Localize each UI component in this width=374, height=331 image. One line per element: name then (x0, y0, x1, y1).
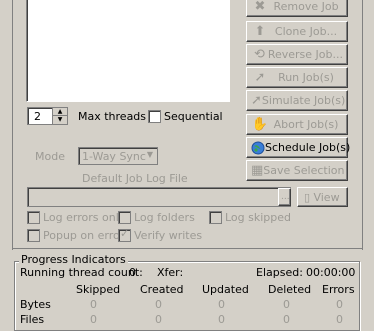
remove-job-button[interactable]: ✖ Remove Job (246, 0, 348, 17)
run-jobs-button[interactable]: ➚ Run Job(s) (246, 67, 348, 88)
elapsed-label: Elapsed: (256, 266, 303, 279)
verify-writes-label: Verify writes (134, 229, 203, 242)
col-skipped: Skipped (76, 283, 121, 296)
mode-label: Mode (35, 150, 65, 163)
bytes-created: 0 (155, 298, 162, 311)
log-folders-checkbox[interactable] (118, 211, 131, 224)
abort-jobs-button[interactable]: ✋ Abort Job(s) (246, 114, 348, 135)
popup-on-error-checkbox[interactable] (27, 229, 40, 242)
bytes-skipped: 0 (90, 298, 97, 311)
xfer-label: Xfer: (157, 266, 184, 279)
running-thread-value: 0 (129, 266, 136, 279)
row-label-bytes: Bytes (20, 298, 51, 311)
files-updated: 0 (218, 313, 225, 326)
simulate-icon: ➚ (251, 93, 262, 108)
mode-value: 1-Way Sync (82, 150, 146, 163)
remove-x-icon: ✖ (254, 0, 266, 14)
run-icon: ➚ (254, 70, 266, 85)
log-folders-label: Log folders (134, 211, 195, 224)
save-selection-button[interactable]: ▦ Save Selection (246, 160, 348, 181)
chevron-down-icon: ▼ (146, 150, 153, 159)
job-list[interactable] (26, 0, 230, 102)
default-log-label: Default Job Log File (82, 172, 188, 185)
col-errors: Errors (322, 283, 355, 296)
files-created: 0 (155, 313, 162, 326)
popup-on-error-label: Popup on error (43, 229, 125, 242)
hand-icon: ✋ (251, 117, 269, 132)
reverse-icon: ⟲ (253, 47, 265, 62)
log-skipped-checkbox[interactable] (209, 211, 222, 224)
bytes-updated: 0 (218, 298, 225, 311)
spin-down-button[interactable]: ▼ (52, 115, 67, 124)
outer-frame-bottom (12, 248, 363, 249)
max-threads-spinner[interactable]: 2 ▲ ▼ (27, 107, 68, 125)
files-deleted: 0 (283, 313, 290, 326)
clone-icon: ⬆ (254, 24, 266, 39)
log-file-input[interactable] (27, 187, 291, 207)
sequential-label: Sequential (164, 110, 223, 123)
outer-frame-line (12, 0, 13, 250)
simulate-jobs-button[interactable]: ➚ Simulate Job(s) (246, 90, 348, 111)
col-updated: Updated (202, 283, 249, 296)
sequential-checkbox[interactable] (148, 110, 161, 123)
elapsed-value: 00:00:00 (306, 266, 356, 279)
files-skipped: 0 (90, 313, 97, 326)
col-deleted: Deleted (268, 283, 312, 296)
globe-icon (251, 140, 265, 156)
max-threads-value: 2 (34, 110, 41, 123)
save-icon: ▦ (251, 163, 264, 178)
checkmark-icon: ✓ (120, 227, 130, 240)
bytes-errors: 0 (336, 298, 343, 311)
max-threads-label: Max threads (78, 110, 147, 123)
log-skipped-label: Log skipped (225, 211, 292, 224)
files-errors: 0 (336, 313, 343, 326)
mode-select[interactable]: 1-Way Sync ▼ (78, 147, 158, 165)
col-created: Created (140, 283, 184, 296)
log-errors-only-label: Log errors only (43, 211, 126, 224)
outer-frame-line (362, 0, 363, 250)
browse-button[interactable]: ... (278, 188, 291, 206)
verify-writes-checkbox[interactable]: ✓ (118, 227, 131, 242)
log-errors-only-checkbox[interactable] (27, 211, 40, 224)
row-label-files: Files (20, 313, 45, 326)
clone-job-button[interactable]: ⬆ Clone Job... (246, 21, 348, 42)
reverse-job-button[interactable]: ⟲ Reverse Job... (246, 44, 348, 65)
running-thread-label: Running thread count: (20, 266, 143, 279)
view-button[interactable]: ▯ View (297, 187, 348, 207)
progress-title: Progress Indicators (19, 253, 128, 266)
schedule-jobs-button[interactable]: Schedule Job(s) (246, 137, 350, 158)
bytes-deleted: 0 (283, 298, 290, 311)
